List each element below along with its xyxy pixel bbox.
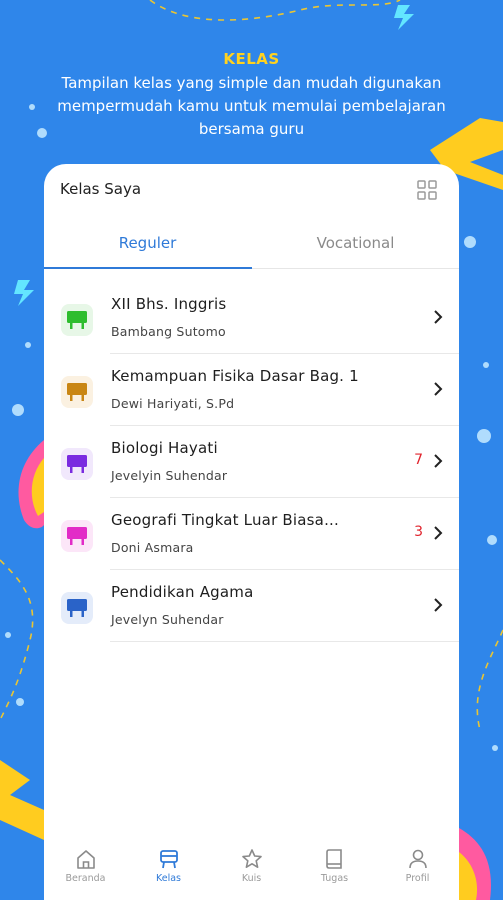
class-name: XII Bhs. Inggris	[111, 295, 227, 313]
class-name: Pendidikan Agama	[111, 583, 254, 601]
class-row[interactable]: XII Bhs. Inggris Bambang Sutomo	[44, 282, 459, 354]
class-teacher: Jevelyn Suhendar	[111, 612, 224, 627]
class-icon-container	[61, 304, 93, 336]
class-row[interactable]: Kemampuan Fisika Dasar Bag. 1 Dewi Hariy…	[44, 354, 459, 426]
nav-label: Kelas	[155, 873, 181, 884]
class-name: Kemampuan Fisika Dasar Bag. 1	[111, 367, 359, 385]
chevron-right-icon	[434, 454, 443, 468]
class-row[interactable]: Biologi Hayati Jevelyin Suhendar 7	[44, 426, 459, 498]
class-icon-container	[61, 520, 93, 552]
class-teacher: Bambang Sutomo	[111, 324, 226, 339]
class-icon-container	[61, 448, 93, 480]
class-icon-container	[61, 376, 93, 408]
home-icon	[76, 850, 95, 869]
nav-kuis[interactable]: Kuis	[210, 848, 293, 898]
classboard-icon	[67, 311, 87, 329]
tab-reguler[interactable]: Reguler	[44, 226, 251, 270]
class-row[interactable]: Geografi Tingkat Luar Biasa... Doni Asma…	[44, 498, 459, 570]
notification-count: 7	[414, 452, 423, 468]
bottom-navigation: Beranda Kelas Kuis Tugas Profil	[44, 838, 459, 900]
nav-label: Beranda	[65, 873, 106, 884]
tab-active-indicator	[44, 267, 252, 269]
book-icon	[325, 849, 342, 869]
user-icon	[408, 849, 427, 869]
star-icon	[241, 849, 262, 868]
card-title: Kelas Saya	[60, 180, 142, 198]
chevron-right-icon	[434, 598, 443, 612]
class-icon	[159, 850, 178, 869]
class-name: Geografi Tingkat Luar Biasa...	[111, 511, 339, 529]
class-row[interactable]: Pendidikan Agama Jevelyn Suhendar	[44, 570, 459, 642]
nav-tugas[interactable]: Tugas	[293, 848, 376, 898]
classboard-icon	[67, 383, 87, 401]
nav-label: Profil	[405, 873, 430, 884]
hero-subtitle: Tampilan kelas yang simple dan mudah dig…	[57, 74, 446, 138]
classboard-icon	[67, 527, 87, 545]
class-card: Kelas Saya Reguler Vocational XII Bhs. I…	[44, 164, 459, 900]
classboard-icon	[67, 455, 87, 473]
tab-vocational[interactable]: Vocational	[252, 226, 459, 270]
class-list: XII Bhs. Inggris Bambang Sutomo Kemampua…	[44, 282, 459, 642]
nav-label: Tugas	[320, 873, 349, 884]
class-teacher: Jevelyin Suhendar	[111, 468, 228, 483]
chevron-right-icon	[434, 310, 443, 324]
card-header: Kelas Saya	[44, 164, 459, 216]
hero-title: KELAS	[223, 50, 280, 68]
class-teacher: Dewi Hariyati, S.Pd	[111, 396, 235, 411]
class-name: Biologi Hayati	[111, 439, 218, 457]
row-divider	[110, 641, 459, 642]
chevron-right-icon	[434, 526, 443, 540]
nav-beranda[interactable]: Beranda	[44, 848, 127, 898]
tab-bar: Reguler Vocational	[44, 226, 459, 270]
hero: KELAS Tampilan kelas yang simple dan mud…	[0, 48, 503, 141]
classboard-icon	[67, 599, 87, 617]
notification-count: 3	[414, 524, 423, 540]
nav-kelas[interactable]: Kelas	[127, 848, 210, 898]
grid-view-icon[interactable]	[417, 180, 437, 200]
chevron-right-icon	[434, 382, 443, 396]
class-icon-container	[61, 592, 93, 624]
nav-profil[interactable]: Profil	[376, 848, 459, 898]
class-teacher: Doni Asmara	[111, 540, 194, 555]
nav-label: Kuis	[241, 873, 262, 884]
